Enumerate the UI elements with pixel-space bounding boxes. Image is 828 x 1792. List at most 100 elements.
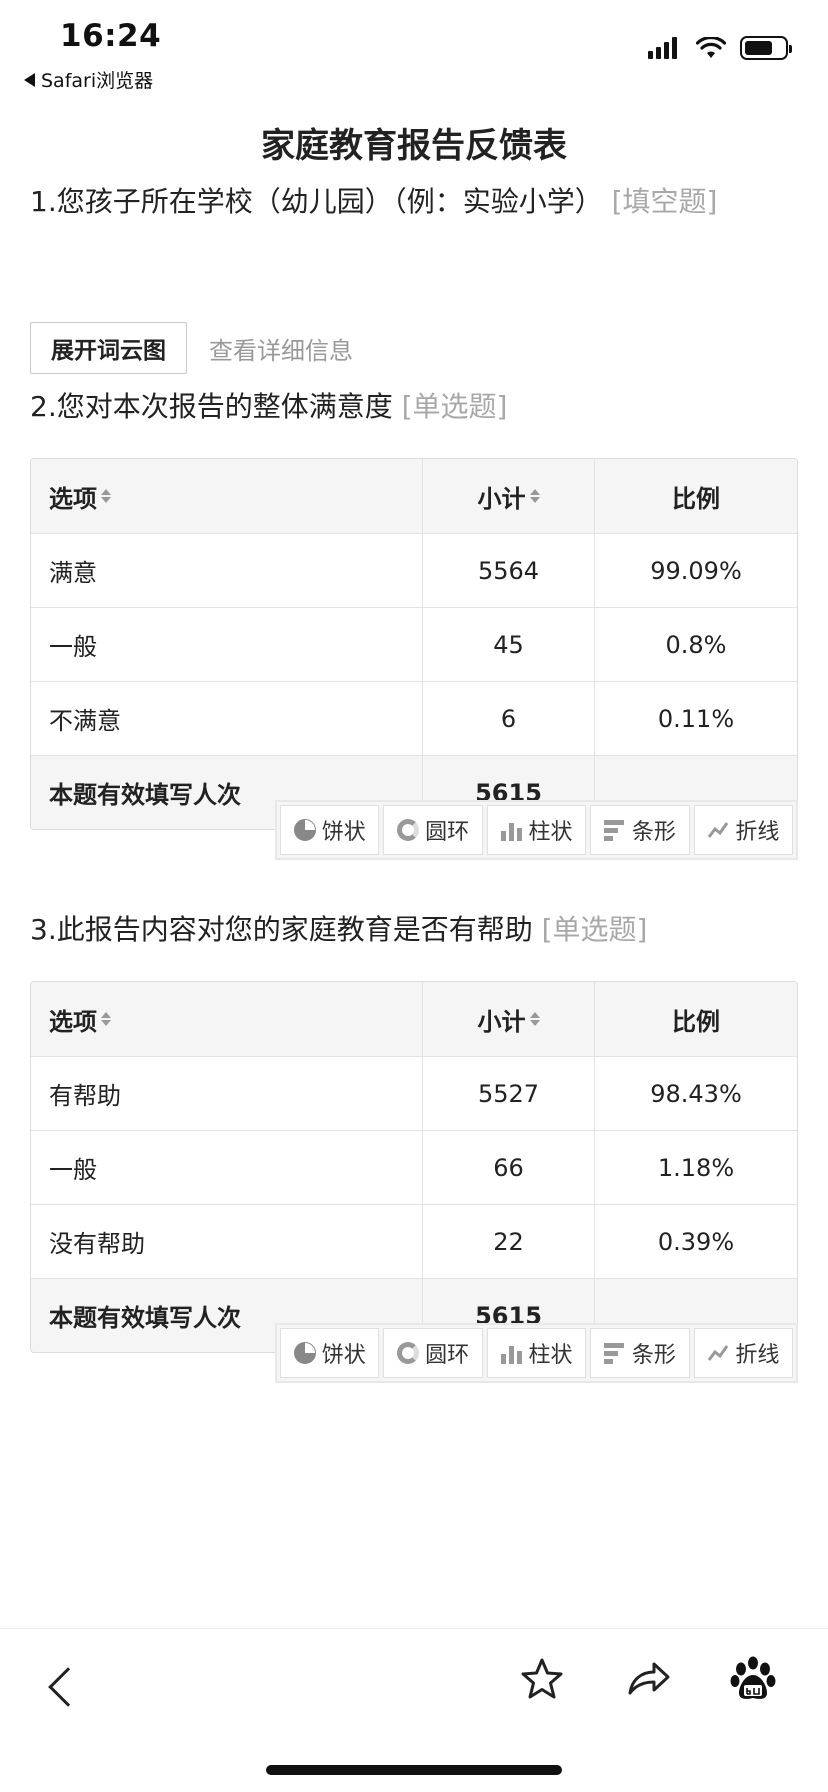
sort-icon[interactable] (101, 489, 111, 503)
battery-icon (740, 36, 792, 60)
count-column-header[interactable]: 小计 (423, 459, 595, 533)
ring-chart-icon (397, 1342, 420, 1364)
count-column-header[interactable]: 小计 (423, 982, 595, 1056)
status-time: 16:24 (60, 18, 162, 54)
question-1-type: [填空题] (611, 185, 718, 218)
share-icon[interactable] (624, 1655, 672, 1703)
column-chart-icon (500, 819, 523, 841)
chart-ring-label: 圆环 (425, 820, 470, 845)
chart-line-label: 折线 (735, 1343, 780, 1368)
wifi-icon (696, 37, 726, 58)
baidu-icon[interactable] (728, 1653, 778, 1703)
status-bar: 16:24 Safari浏览器 (0, 0, 828, 92)
ratio-column-header: 比例 (672, 484, 720, 513)
chart-ring-button[interactable]: 圆环 (383, 1328, 483, 1378)
option-header-label: 选项 (49, 1007, 97, 1036)
chart-column-button[interactable]: 柱状 (486, 805, 587, 855)
browser-bottom-toolbar (0, 1628, 828, 1792)
question-2-chart-type-toolbar: 饼状 圆环 柱状 条形 折线 (275, 800, 798, 860)
count-cell: 5527 (423, 1057, 595, 1130)
ratio-column-header: 比例 (672, 1007, 720, 1036)
question-1-text: 1.您孩子所在学校（幼儿园）（例：实验小学） (30, 185, 603, 218)
page-title: 家庭教育报告反馈表 (261, 126, 567, 166)
favorite-star-icon[interactable] (518, 1655, 566, 1703)
chart-column-button[interactable]: 柱状 (486, 1328, 587, 1378)
table-header-row: 选项 小计 比例 (31, 459, 797, 533)
question-3-chart-type-toolbar: 饼状 圆环 柱状 条形 折线 (275, 1323, 798, 1383)
sort-icon[interactable] (101, 1012, 111, 1026)
chart-bar-label: 条形 (631, 820, 676, 845)
count-header-label: 小计 (477, 1007, 526, 1036)
question-2-title: 2.您对本次报告的整体满意度 [单选题] (30, 385, 800, 429)
home-indicator (266, 1765, 562, 1775)
bar-chart-icon (603, 819, 626, 841)
status-icons (648, 36, 792, 60)
option-cell: 一般 (31, 608, 423, 681)
expand-wordcloud-button[interactable]: 展开词云图 (30, 322, 187, 374)
chart-bar-label: 条形 (631, 1343, 676, 1368)
question-2-type: [单选题] (401, 390, 508, 423)
count-cell: 6 (423, 682, 595, 755)
option-cell: 没有帮助 (31, 1205, 423, 1278)
option-cell: 有帮助 (31, 1057, 423, 1130)
chart-line-label: 折线 (735, 820, 780, 845)
option-column-header[interactable]: 选项 (31, 982, 423, 1056)
option-cell: 满意 (31, 534, 423, 607)
chart-bar-button[interactable]: 条形 (590, 805, 690, 855)
ratio-cell: 1.18% (657, 1153, 735, 1182)
question-1-title: 1.您孩子所在学校（幼儿园）（例：实验小学） [填空题] (30, 180, 800, 224)
table-row: 没有帮助 22 0.39% (31, 1204, 797, 1278)
table-row: 满意 5564 99.09% (31, 533, 797, 607)
option-column-header[interactable]: 选项 (31, 459, 423, 533)
chart-column-label: 柱状 (528, 1343, 573, 1368)
table-row: 有帮助 5527 98.43% (31, 1056, 797, 1130)
chart-pie-button[interactable]: 饼状 (280, 805, 380, 855)
count-cell: 66 (423, 1131, 595, 1204)
question-3-table: 选项 小计 比例 有帮助 5527 98.43% 一般 66 1.18% 没有帮… (30, 981, 798, 1353)
option-header-label: 选项 (49, 484, 97, 513)
view-details-link[interactable]: 查看详细信息 (209, 331, 353, 366)
chart-pie-label: 饼状 (321, 820, 366, 845)
count-cell: 5564 (423, 534, 595, 607)
question-3-title: 3.此报告内容对您的家庭教育是否有帮助 [单选题] (30, 908, 800, 952)
table-row: 不满意 6 0.11% (31, 681, 797, 755)
ratio-cell: 98.43% (650, 1079, 742, 1108)
back-app-label: Safari浏览器 (41, 70, 154, 92)
ring-chart-icon (397, 819, 420, 841)
ratio-cell: 0.8% (665, 630, 727, 659)
count-header-label: 小计 (477, 484, 526, 513)
bar-chart-icon (603, 1342, 626, 1364)
question-3-type: [单选题] (541, 913, 648, 946)
ratio-cell: 99.09% (650, 556, 742, 585)
back-icon[interactable] (48, 1667, 88, 1707)
line-chart-icon (708, 822, 729, 838)
sort-icon[interactable] (529, 489, 540, 503)
chart-line-button[interactable]: 折线 (693, 805, 794, 855)
chart-ring-label: 圆环 (425, 1343, 470, 1368)
sort-icon[interactable] (529, 1012, 540, 1026)
count-cell: 45 (423, 608, 595, 681)
column-chart-icon (500, 1342, 523, 1364)
option-cell: 一般 (31, 1131, 423, 1204)
ratio-cell: 0.39% (657, 1227, 735, 1256)
chart-column-label: 柱状 (528, 820, 573, 845)
chart-line-button[interactable]: 折线 (693, 1328, 794, 1378)
table-row: 一般 66 1.18% (31, 1130, 797, 1204)
wordcloud-row: 展开词云图 查看详细信息 (30, 322, 353, 374)
question-2-text: 2.您对本次报告的整体满意度 (30, 390, 393, 423)
line-chart-icon (708, 1345, 729, 1361)
question-3-text: 3.此报告内容对您的家庭教育是否有帮助 (30, 913, 533, 946)
back-triangle-icon (24, 72, 35, 87)
table-row: 一般 45 0.8% (31, 607, 797, 681)
chart-ring-button[interactable]: 圆环 (383, 805, 483, 855)
question-2-table: 选项 小计 比例 满意 5564 99.09% 一般 45 0.8% 不满意 6… (30, 458, 798, 830)
count-cell: 22 (423, 1205, 595, 1278)
pie-chart-icon (293, 1342, 316, 1364)
back-to-app-link[interactable]: Safari浏览器 (24, 66, 153, 93)
chart-bar-button[interactable]: 条形 (590, 1328, 690, 1378)
option-cell: 不满意 (31, 682, 423, 755)
chart-pie-label: 饼状 (321, 1343, 366, 1368)
table-header-row: 选项 小计 比例 (31, 982, 797, 1056)
chart-pie-button[interactable]: 饼状 (280, 1328, 380, 1378)
cellular-signal-icon (648, 37, 677, 59)
